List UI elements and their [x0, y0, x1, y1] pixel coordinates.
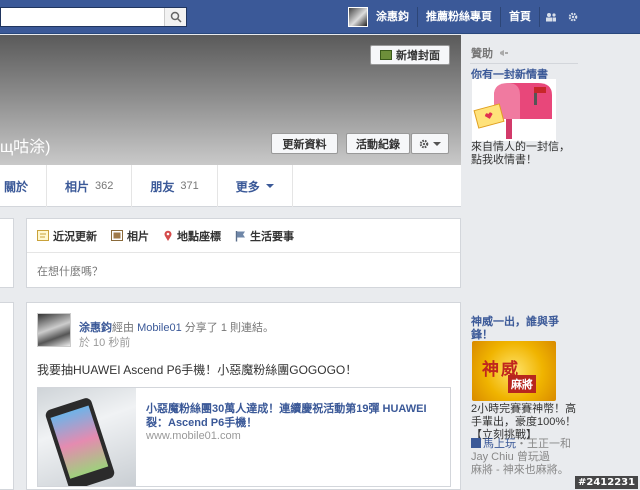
- via-text: 經由: [112, 322, 134, 334]
- search-button[interactable]: [164, 8, 186, 26]
- mahjong-ad-image[interactable]: 神威 麻將: [472, 341, 556, 401]
- post-action: 分享了 1 則連結。: [184, 322, 274, 334]
- composer-tab-label: 地點座標: [177, 230, 221, 243]
- left-column-card: [0, 218, 14, 288]
- image-icon: [380, 50, 392, 60]
- settings-gear-icon[interactable]: [562, 7, 584, 27]
- post-message: 我要抽HUAWEI Ascend P6手機！小惡魔粉絲團GOGOGO！: [37, 363, 358, 377]
- app-icon: [471, 438, 481, 448]
- composer-tab-label: 相片: [127, 230, 149, 243]
- ad-description[interactable]: 來自情人的一封信，點我收情書！: [471, 141, 571, 167]
- post-time-text: 於 10 秒前: [79, 337, 131, 349]
- divider: [470, 63, 578, 64]
- avatar[interactable]: [348, 7, 368, 27]
- tab-label: 相片: [65, 179, 90, 194]
- post-author[interactable]: 涂惠鈞: [79, 322, 112, 334]
- tab-friends[interactable]: 朋友 371: [132, 165, 218, 207]
- tab-label: 更多: [235, 179, 260, 194]
- link-preview[interactable]: 小惡魔粉絲團30萬人達成！連續慶祝活動第19彈 HUAWEI 裂：Ascend …: [37, 387, 451, 487]
- composer-tab-label: 生活要事: [250, 230, 294, 243]
- composer-tab-status[interactable]: 近況更新: [37, 228, 97, 244]
- composer-tab-life-event[interactable]: 生活要事: [235, 228, 294, 244]
- home-link[interactable]: 首頁: [501, 7, 540, 27]
- composer-tab-photo[interactable]: 相片: [111, 228, 149, 244]
- tab-photos[interactable]: 相片 362: [47, 165, 133, 207]
- tab-about[interactable]: 關於: [0, 165, 48, 207]
- top-bar: 涂惠鈞 推薦粉絲專頁 首頁: [0, 0, 640, 34]
- post-timestamp[interactable]: 於 10 秒前: [79, 334, 130, 350]
- flag-icon: [235, 230, 245, 241]
- status-input[interactable]: 在想什麼嗎？: [27, 253, 460, 289]
- right-sidebar: 贊助 你有一封新情書 來自情人的一封信，點我收情書！ 神威一出，誰與爭鋒！ 神威…: [470, 35, 640, 490]
- composer-tab-label: 近況更新: [53, 230, 97, 243]
- post-app-link[interactable]: Mobile01: [137, 322, 182, 334]
- composer-tabs: 近況更新 相片 地點座標 生活要事: [27, 219, 460, 253]
- profile-settings-button[interactable]: [411, 133, 449, 154]
- link-thumbnail[interactable]: [38, 388, 136, 486]
- search-input[interactable]: [1, 8, 161, 26]
- update-info-button[interactable]: 更新資料: [271, 133, 338, 154]
- top-nav: 涂惠鈞 推薦粉絲專頁 首頁: [348, 7, 584, 27]
- post-header: 涂惠鈞經由 Mobile01 分享了 1 則連結。: [79, 319, 274, 335]
- profile-tabs: 關於 相片 362 朋友 371 更多: [0, 165, 461, 207]
- ad-description[interactable]: 2小時完賽賽神幣！高手輩出，豪度100%！【立刻挑戰】: [471, 403, 579, 442]
- ad-title[interactable]: 神威一出，誰與爭鋒！: [471, 316, 579, 342]
- location-pin-icon: [164, 230, 172, 241]
- link-url: www.mobile01.com: [146, 430, 241, 442]
- status-composer: 近況更新 相片 地點座標 生活要事 在想什麼嗎？: [26, 218, 461, 288]
- chevron-down-icon: [265, 184, 274, 188]
- tab-count: 362: [95, 180, 114, 192]
- watermark: #2412231: [575, 476, 639, 489]
- tab-label: 朋友: [150, 179, 175, 194]
- photo-icon: [111, 230, 123, 241]
- tab-count: 371: [180, 180, 199, 192]
- sponsored-label: 贊助: [471, 48, 493, 60]
- link-title[interactable]: 小惡魔粉絲團30萬人達成！連續慶祝活動第19彈 HUAWEI 裂：Ascend …: [146, 402, 442, 430]
- add-cover-button[interactable]: 新增封面: [370, 45, 450, 65]
- profile-name: щ咕涂): [0, 139, 51, 156]
- activity-log-button[interactable]: 活動紀錄: [346, 133, 410, 154]
- play-now-link[interactable]: 馬上玩: [483, 438, 516, 450]
- avatar[interactable]: [37, 313, 71, 347]
- ad-image-subtext: 麻將: [508, 375, 536, 393]
- social-game: 麻將 - 神來也麻將。: [471, 464, 569, 476]
- search-icon: [170, 11, 182, 23]
- friend-requests-icon[interactable]: [540, 7, 562, 27]
- find-pages-link[interactable]: 推薦粉絲專頁: [418, 7, 501, 27]
- gear-icon: [419, 139, 429, 148]
- chevron-down-icon: [433, 141, 441, 146]
- tab-label: 關於: [4, 179, 29, 194]
- add-cover-label: 新增封面: [396, 50, 440, 62]
- profile-link[interactable]: 涂惠鈞: [368, 7, 418, 27]
- tab-more[interactable]: 更多: [218, 165, 293, 207]
- search-box[interactable]: [0, 7, 187, 27]
- megaphone-icon: [500, 50, 509, 56]
- pencil-icon: [37, 230, 49, 241]
- composer-tab-place[interactable]: 地點座標: [163, 228, 221, 244]
- timeline-post: 涂惠鈞經由 Mobile01 分享了 1 則連結。 於 10 秒前 我要抽HUA…: [26, 302, 461, 490]
- left-column-card: [0, 302, 14, 490]
- mailbox-ad-image[interactable]: [472, 79, 556, 141]
- sponsored-header: 贊助: [471, 45, 509, 61]
- phone-image: [44, 396, 116, 486]
- social-context: 馬上玩・王正一和 Jay Chiu 曾玩過 麻將 - 神來也麻將。: [471, 438, 571, 476]
